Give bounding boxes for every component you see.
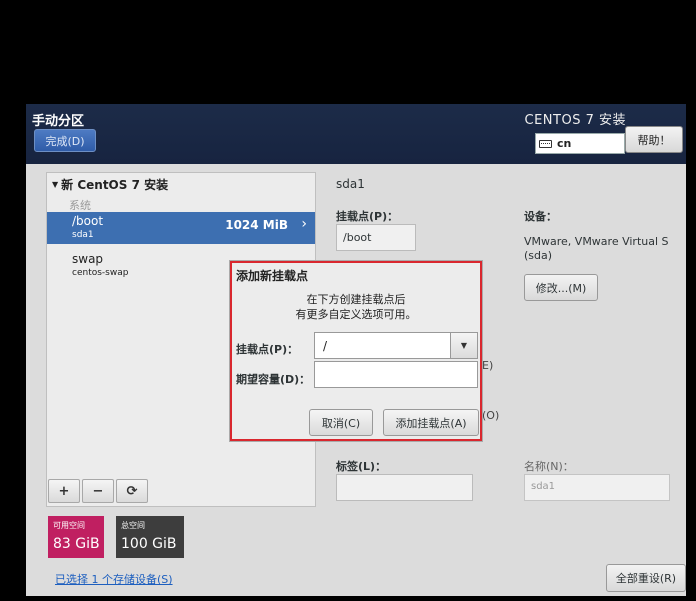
header-bar: 手动分区 完成(D) CENTOS 7 安装 cn 帮助！ bbox=[26, 104, 686, 164]
label-field[interactable] bbox=[336, 474, 473, 501]
total-space-label: 总空间 bbox=[121, 521, 145, 530]
reset-all-button[interactable]: 全部重设(R) bbox=[606, 564, 686, 592]
mount-row-boot[interactable]: /boot sda1 1024 MiB › bbox=[47, 212, 315, 244]
dialog-title: 添加新挂载点 bbox=[236, 269, 309, 283]
dialog-add-mount-point-button[interactable]: 添加挂载点(A) bbox=[383, 409, 479, 436]
mount-device: centos-swap bbox=[72, 268, 129, 278]
add-mount-point-dialog: 添加新挂载点 在下方创建挂载点后 有更多自定义选项可用。 挂载点(P)： / ▼… bbox=[230, 261, 482, 441]
dialog-cancel-button[interactable]: 取消(C) bbox=[309, 409, 373, 436]
dialog-description: 在下方创建挂载点后 有更多自定义选项可用。 bbox=[232, 292, 480, 322]
obscured-option-label: (O) bbox=[482, 409, 500, 422]
help-button[interactable]: 帮助！ bbox=[625, 126, 683, 153]
mount-size: 1024 MiB bbox=[225, 218, 288, 232]
dialog-description-line: 有更多自定义选项可用。 bbox=[295, 308, 417, 321]
obscured-option-label: E) bbox=[482, 359, 494, 372]
device-label: 设备： bbox=[524, 210, 557, 223]
mount-name: swap bbox=[72, 252, 104, 266]
total-space-value: 100 GiB bbox=[121, 536, 177, 552]
os-title: CENTOS 7 安装 bbox=[524, 113, 626, 128]
installer-window: 手动分区 完成(D) CENTOS 7 安装 cn 帮助！ ▼ 新 CentOS… bbox=[26, 104, 686, 596]
selected-storage-link[interactable]: 已选择 1 个存储设备(S) bbox=[55, 571, 173, 587]
done-button[interactable]: 完成(D) bbox=[34, 129, 96, 152]
chevron-right-icon: › bbox=[301, 216, 307, 232]
total-space-badge: 总空间 100 GiB bbox=[116, 516, 184, 558]
name-field[interactable]: sda1 bbox=[524, 474, 670, 501]
system-section-label: 系统 bbox=[69, 199, 91, 212]
available-space-label: 可用空间 bbox=[53, 521, 85, 530]
mount-toolbar: + − ⟳ bbox=[46, 476, 182, 507]
mount-point-field[interactable]: /boot bbox=[336, 224, 416, 251]
mount-device: sda1 bbox=[72, 230, 94, 240]
label-field-label: 标签(L)： bbox=[336, 460, 387, 473]
chevron-down-icon[interactable]: ▼ bbox=[450, 333, 477, 358]
remove-mount-button[interactable]: − bbox=[82, 479, 114, 503]
refresh-icon[interactable]: ⟳ bbox=[116, 479, 148, 503]
dialog-mount-point-label: 挂载点(P)： bbox=[236, 343, 299, 356]
modify-button[interactable]: 修改...(M) bbox=[524, 274, 598, 301]
add-mount-button[interactable]: + bbox=[48, 479, 80, 503]
device-value: VMware, VMware Virtual S (sda) bbox=[524, 235, 669, 262]
dialog-capacity-label: 期望容量(D)： bbox=[236, 373, 311, 386]
page-title: 手动分区 bbox=[32, 114, 85, 129]
available-space-badge: 可用空间 83 GiB bbox=[48, 516, 104, 558]
expand-arrow-icon: ▼ bbox=[52, 180, 59, 189]
keyboard-layout-indicator[interactable]: cn bbox=[535, 133, 625, 154]
name-field-label: 名称(N)： bbox=[524, 460, 574, 473]
mount-name: /boot bbox=[72, 214, 104, 228]
available-space-value: 83 GiB bbox=[53, 536, 100, 552]
dialog-mount-point-combo[interactable]: / ▼ bbox=[314, 332, 478, 359]
dialog-capacity-input[interactable] bbox=[314, 361, 478, 388]
dialog-mount-point-value[interactable]: / bbox=[323, 339, 327, 353]
installation-group-header[interactable]: ▼ 新 CentOS 7 安装 bbox=[52, 176, 168, 193]
dialog-description-line: 在下方创建挂载点后 bbox=[306, 293, 406, 306]
device-title: sda1 bbox=[336, 177, 365, 191]
installation-group-title: 新 CentOS 7 安装 bbox=[61, 178, 169, 192]
keyboard-layout-label: cn bbox=[557, 137, 572, 150]
keyboard-icon bbox=[539, 139, 552, 148]
mount-point-label: 挂载点(P)： bbox=[336, 210, 399, 223]
